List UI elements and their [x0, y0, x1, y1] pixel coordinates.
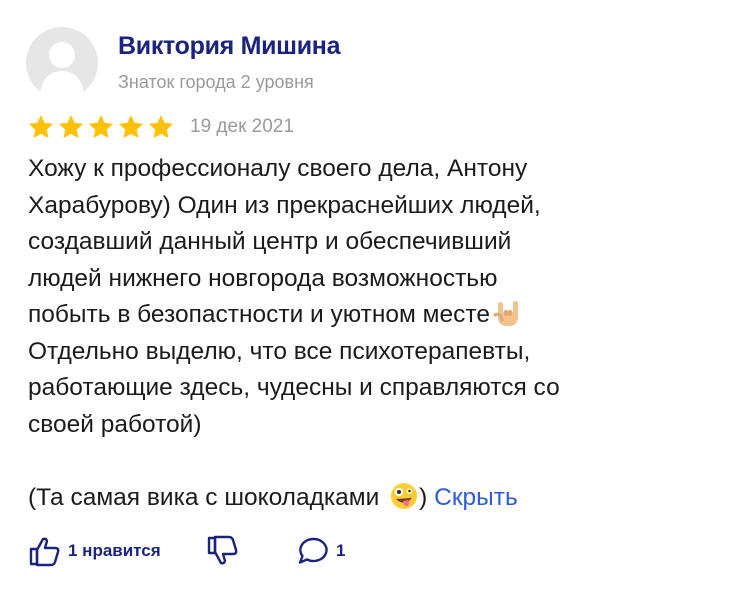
- star-icon: [58, 115, 84, 138]
- review-line: работающие здесь, чудесны и справляются …: [28, 374, 560, 401]
- review-text: Хожу к профессионалу своего дела, Антону…: [28, 151, 718, 516]
- rating-stars: [27, 113, 175, 141]
- thumbs-down-icon: [207, 535, 238, 565]
- review-line: Отдельно выделю, что все психотерапевты,: [28, 337, 531, 365]
- comments-count: 1: [336, 541, 346, 560]
- review-date: 19 дек 2021: [190, 116, 294, 137]
- review-line: побыть в безопастности и уютном месте: [28, 301, 490, 328]
- comment-bubble-icon: [298, 537, 328, 564]
- star-icon: [88, 115, 114, 138]
- comments-button[interactable]: 1: [296, 533, 345, 569]
- star-icon: [28, 115, 54, 138]
- author-name[interactable]: Виктория Мишина: [118, 32, 341, 61]
- review-line: Хожу к профессионалу своего дела, Антону: [28, 155, 528, 182]
- review-line: своей работой): [28, 410, 202, 438]
- avatar[interactable]: [26, 27, 98, 99]
- collapse-link[interactable]: Скрыть: [434, 484, 518, 511]
- thumbs-up-icon: [29, 537, 60, 567]
- author-level: Знаток города 2 уровня: [118, 72, 314, 92]
- review-line: Харабурову) Один из прекраснейших людей,: [28, 191, 541, 219]
- star-icon: [148, 115, 174, 138]
- zany-face-emoji-icon: [391, 482, 418, 509]
- dislike-button[interactable]: [206, 533, 240, 569]
- review-line: создавший данный центр и обеспечивший: [28, 228, 512, 255]
- review-line: людей нижнего новгорода возможностью: [28, 264, 498, 292]
- rock-hand-emoji-icon: [493, 301, 518, 326]
- review-line-with-emoji: побыть в безопастности и уютном месте: [28, 297, 718, 334]
- person-silhouette-icon: [40, 42, 84, 99]
- review-last-line: (Та самая вика с шоколадками ) Скрыть: [28, 480, 718, 517]
- star-icon: [118, 115, 144, 138]
- review-line: (Та самая вика с шоколадками: [28, 483, 380, 511]
- review-line: ): [419, 483, 428, 511]
- like-button[interactable]: 1 нравится: [28, 533, 161, 569]
- like-count: 1 нравится: [68, 541, 161, 560]
